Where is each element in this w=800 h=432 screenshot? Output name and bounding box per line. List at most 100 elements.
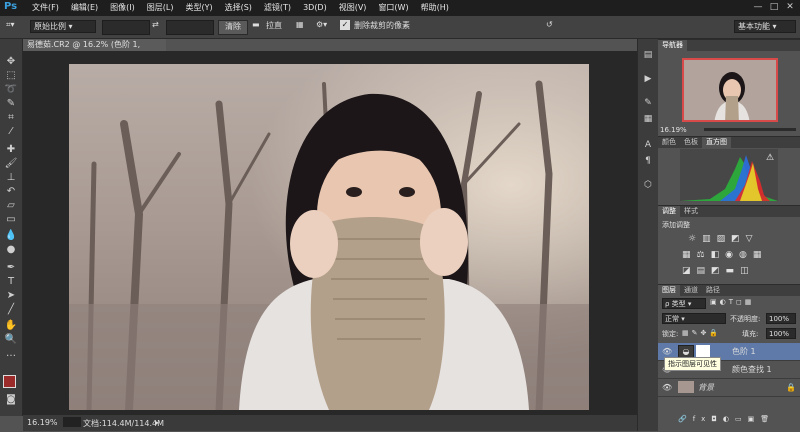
navigator-thumbnail[interactable] [682,58,778,122]
curves-adjust-icon[interactable]: ▨ [717,234,726,244]
brush-presets-icon[interactable]: ✎ [641,97,655,109]
menu-item[interactable]: 图层(L) [141,2,180,14]
layer-filter-icons[interactable]: ▣◐T◻▦ [710,298,754,306]
color-balance-icon[interactable]: ⚖ [697,250,705,260]
color-lookup-icon[interactable]: ▦ [753,250,762,260]
history-brush-tool-icon[interactable]: ↶ [3,185,19,199]
tab-color[interactable]: 颜色 [658,137,680,148]
lasso-tool-icon[interactable]: ➰ [3,83,19,97]
delete-cropped-checkbox[interactable]: ✓ [340,20,350,30]
path-select-tool-icon[interactable]: ➤ [3,289,19,303]
menu-item[interactable]: 选择(S) [219,2,258,14]
black-white-icon[interactable]: ◧ [711,250,720,260]
straighten-icon[interactable]: ▬ [252,20,264,33]
menu-item[interactable]: 编辑(E) [65,2,104,14]
layer-bottom-icons[interactable]: 🔗fx◘◐▭▣🗑 [678,415,775,423]
character-icon[interactable]: A [641,139,655,151]
maximize-button[interactable]: □ [766,1,782,14]
layer-filter-select[interactable]: ρ 类型 ▾ [662,298,706,309]
layer-mask-thumbnail[interactable] [696,345,710,357]
lock-icons[interactable]: ▦✎✥🔒 [682,329,721,337]
menu-item[interactable]: 图像(I) [104,2,141,14]
tab-histogram[interactable]: 直方图 [702,137,731,148]
visibility-eye-icon[interactable]: 👁 [662,379,672,396]
clear-button[interactable]: 清除 [218,20,248,35]
tab-adjustments[interactable]: 调整 [658,206,680,217]
reset-icon[interactable]: ↺ [546,20,558,33]
foreground-color-swatch[interactable] [3,375,16,388]
invert-icon[interactable]: ◪ [682,266,691,276]
opacity-field[interactable]: 100% [766,313,796,324]
selective-color-icon[interactable]: ◫ [740,266,749,276]
brush-panel-icon[interactable]: ▦ [641,113,655,125]
navigator-zoom-slider[interactable] [704,128,796,131]
hand-tool-icon[interactable]: ✋ [3,319,19,333]
actions-play-icon[interactable]: ▶ [641,73,655,85]
grid-overlay-icon[interactable]: ▦ [296,20,308,33]
quick-select-tool-icon[interactable]: ✎ [3,97,19,111]
menu-item[interactable]: 滤镜(T) [258,2,297,14]
levels-adjust-icon[interactable]: ▥ [702,234,711,244]
menu-item[interactable]: 窗口(W) [372,2,414,14]
healing-brush-tool-icon[interactable]: ✚ [3,143,19,157]
tab-paths[interactable]: 路径 [702,285,724,296]
pen-tool-icon[interactable]: ✒ [3,261,19,275]
menu-item[interactable]: 帮助(H) [415,2,455,14]
layer-row[interactable]: 👁 背景 🔒 [658,379,800,397]
eyedropper-tool-icon[interactable]: ⁄ [3,125,19,139]
menu-item[interactable]: 3D(D) [297,2,333,14]
layer-name[interactable]: 颜色查找 1 [732,361,772,378]
line-tool-icon[interactable]: ╱ [3,303,19,317]
exposure-adjust-icon[interactable]: ◩ [731,234,740,244]
photo-filter-icon[interactable]: ◉ [725,250,733,260]
layer-name[interactable]: 背景 [698,379,714,396]
tab-styles[interactable]: 样式 [680,206,702,217]
threshold-icon[interactable]: ◩ [711,266,720,276]
brush-tool-icon[interactable]: 🖌 [3,157,19,171]
zoom-tool-icon[interactable]: 🔍 [3,333,19,347]
vibrance-adjust-icon[interactable]: ▽ [746,234,753,244]
blur-tool-icon[interactable]: 💧 [3,229,19,243]
brightness-adjust-icon[interactable]: ☼ [688,234,696,244]
width-field[interactable] [102,20,150,35]
zoom-field[interactable] [63,417,81,427]
gradient-map-icon[interactable]: ▬ [726,266,735,276]
fill-field[interactable]: 100% [766,328,796,339]
status-menu-arrow-icon[interactable]: ▸ [155,418,159,427]
close-window-button[interactable]: ✕ [782,1,798,14]
type-tool-icon[interactable]: T [3,275,19,289]
dodge-tool-icon[interactable]: ● [3,243,19,257]
3d-icon[interactable]: ⬡ [641,179,655,191]
history-icon[interactable]: ▤ [641,49,655,61]
crop-tool-icon[interactable]: ⌗ [3,111,19,125]
crop-tool-icon[interactable]: ⌗▾ [6,20,24,33]
clone-stamp-tool-icon[interactable]: ⊥ [3,171,19,185]
more-tools-icon[interactable]: … [3,347,19,361]
zoom-level[interactable]: 16.19% [27,418,58,427]
quick-mask-icon[interactable]: ◙ [3,393,19,407]
ratio-select[interactable]: 原始比例 ▾ [30,20,96,33]
tab-swatches[interactable]: 色板 [680,137,702,148]
posterize-icon[interactable]: ▤ [697,266,706,276]
channel-mixer-icon[interactable]: ◍ [739,250,747,260]
gradient-tool-icon[interactable]: ▭ [3,213,19,227]
tab-channels[interactable]: 通道 [680,285,702,296]
straighten-label[interactable]: 拉直 [266,20,286,33]
workspace-select[interactable]: 基本功能 ▾ [734,20,796,33]
tab-layers[interactable]: 图层 [658,285,680,296]
layer-name[interactable]: 色阶 1 [732,343,756,360]
warning-icon[interactable]: ⚠ [766,153,774,163]
height-field[interactable] [166,20,214,35]
hue-saturation-icon[interactable]: ▦ [682,250,691,260]
menu-item[interactable]: 文件(F) [26,2,65,14]
blend-mode-select[interactable]: 正常 ▾ [662,313,726,324]
document-tab[interactable]: 易德茹.CR2 @ 16.2% (色阶 1, RGB/16) * [23,39,166,61]
tab-navigator[interactable]: 导航器 [658,40,687,51]
gear-icon[interactable]: ⚙▾ [316,20,330,33]
paragraph-icon[interactable]: ¶ [641,155,655,167]
swap-icon[interactable]: ⇄ [152,20,162,33]
marquee-tool-icon[interactable]: ⬚ [3,69,19,83]
minimize-button[interactable]: — [750,1,766,14]
eraser-tool-icon[interactable]: ▱ [3,199,19,213]
move-tool-icon[interactable]: ✥ [3,55,19,69]
